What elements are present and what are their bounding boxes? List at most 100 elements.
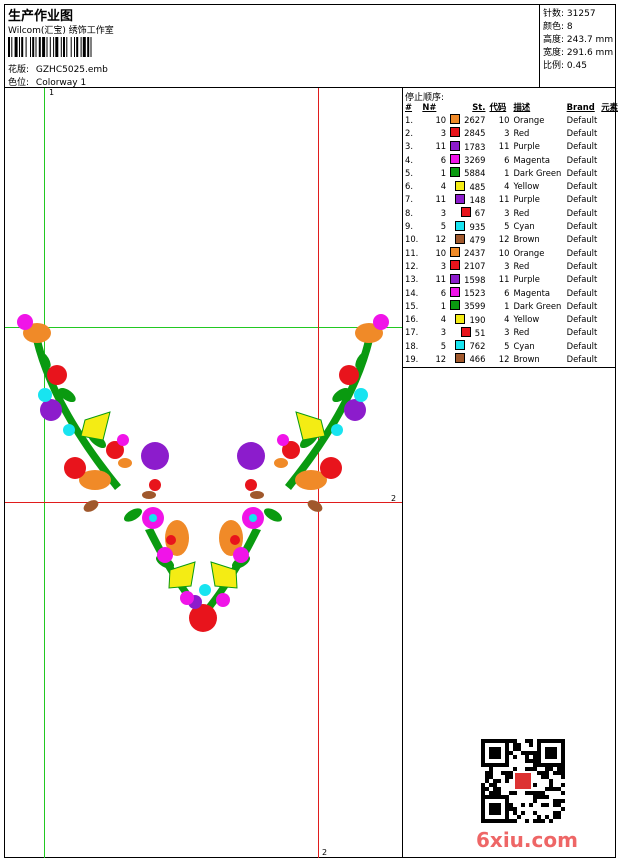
table-header-row: # N# St. 代码 描述 Brand 元素: [403, 101, 620, 113]
design-file: 花版: GZHC5025.emb: [8, 62, 108, 75]
needle-number: 11: [435, 141, 447, 152]
needle-number: 10: [435, 114, 447, 125]
header-divider: [4, 87, 616, 88]
color-code: 4: [504, 181, 510, 192]
col-header: St.: [472, 102, 486, 112]
color-description: Orange: [513, 247, 545, 258]
stat-width: 宽度: 291.6 mm: [543, 48, 614, 58]
color-swatch: [450, 287, 461, 297]
col-header: 元素: [601, 102, 618, 112]
needle-number: 5: [440, 340, 447, 351]
needle-number: 4: [440, 181, 447, 192]
table-row: 18. 5 762 5 Cyan Default: [403, 339, 620, 352]
needle-number: 11: [435, 274, 447, 285]
stitch-count: 479: [469, 234, 486, 245]
color-swatch: [450, 167, 461, 178]
barcode-icon: [8, 37, 92, 57]
col-header: N#: [422, 102, 437, 112]
element-cell: [599, 259, 620, 272]
stitch-count: 2627: [464, 115, 486, 126]
table-row: 2. 3 2845 3 Red Default: [403, 126, 620, 139]
element-cell: [599, 153, 620, 166]
stitch-count: 466: [469, 354, 486, 365]
embroidery-design-icon: [17, 314, 389, 632]
stitch-count: 2437: [464, 248, 486, 259]
color-description: Magenta: [513, 287, 550, 298]
col-header: 描述: [513, 102, 531, 112]
stitch-count: 3269: [464, 155, 486, 166]
stop-index: 7.: [405, 194, 413, 205]
stitch-count: 2107: [464, 261, 486, 272]
thread-brand: Default: [566, 340, 598, 351]
design-label: 花版:: [8, 65, 30, 75]
color-code: 5: [504, 221, 510, 232]
stop-index: 13.: [405, 274, 419, 285]
needle-number: 11: [435, 194, 447, 205]
color-swatch: [455, 233, 466, 244]
color-description: Yellow: [513, 181, 540, 192]
page-title: 生产作业图: [8, 9, 74, 24]
table-row: 6. 4 485 4 Yellow Default: [403, 179, 620, 192]
col-header: Brand: [566, 102, 595, 112]
table-row: 9. 5 935 5 Cyan Default: [403, 219, 620, 232]
needle-number: 3: [440, 207, 447, 218]
element-cell: [599, 113, 620, 126]
color-description: Cyan: [513, 221, 535, 232]
color-code: 4: [504, 314, 510, 325]
table-row: 13. 11 1598 11 Purple Default: [403, 273, 620, 286]
stop-index: 19.: [405, 353, 419, 364]
table-row: 19. 12 466 12 Brown Default: [403, 352, 620, 365]
stitch-count: 190: [469, 314, 486, 325]
color-code: 12: [498, 353, 510, 364]
color-description: Red: [513, 207, 530, 218]
thread-brand: Default: [566, 154, 598, 165]
color-description: Purple: [513, 274, 540, 285]
stitch-count: 2845: [464, 128, 486, 139]
needle-number: 3: [440, 327, 447, 338]
color-swatch: [455, 353, 466, 364]
stitch-count: 1523: [464, 288, 486, 298]
thread-brand: Default: [566, 127, 598, 138]
stop-index: 9.: [405, 221, 413, 232]
color-code: 12: [498, 234, 510, 245]
thread-brand: Default: [566, 300, 598, 311]
color-code: 11: [498, 274, 510, 285]
thread-brand: Default: [566, 194, 598, 205]
color-description: Dark Green: [513, 167, 562, 178]
stitch-count: 935: [469, 221, 486, 232]
stitch-count: 1783: [464, 141, 486, 152]
needle-number: 1: [440, 167, 447, 178]
stitch-cell: 2437: [448, 246, 487, 259]
stitch-cell: 67: [448, 206, 487, 219]
color-swatch: [455, 193, 466, 204]
stop-index: 5.: [405, 167, 413, 178]
color-code: 6: [504, 287, 510, 298]
element-cell: [599, 219, 620, 232]
color-swatch: [455, 313, 466, 324]
table-row: 15. 1 3599 1 Dark Green Default: [403, 299, 620, 312]
guide-label: 1: [49, 88, 55, 97]
color-swatch: [460, 326, 471, 337]
stitch-cell: 2107: [448, 259, 487, 272]
stitch-cell: 1783: [448, 140, 487, 153]
thread-brand: Default: [566, 314, 598, 325]
needle-number: 3: [440, 260, 447, 271]
color-swatch: [455, 180, 466, 191]
stat-colors: 颜色: 8: [543, 22, 573, 32]
color-swatch: [450, 127, 461, 138]
table-row: 7. 11 148 11 Purple Default: [403, 193, 620, 206]
stop-index: 1.: [405, 114, 413, 125]
color-description: Brown: [513, 234, 540, 245]
element-cell: [599, 352, 620, 365]
stitch-cell: 466: [448, 352, 487, 365]
table-row: 1. 10 2627 10 Orange Default: [403, 113, 620, 126]
element-cell: [599, 233, 620, 246]
color-code: 1: [504, 300, 510, 311]
stitch-cell: 5884: [448, 166, 487, 179]
needle-number: 1: [440, 300, 447, 311]
thread-brand: Default: [566, 247, 598, 258]
table-row: 5. 1 5884 1 Dark Green Default: [403, 166, 620, 179]
stop-index: 6.: [405, 181, 413, 192]
stop-index: 12.: [405, 260, 419, 271]
element-cell: [599, 166, 620, 179]
